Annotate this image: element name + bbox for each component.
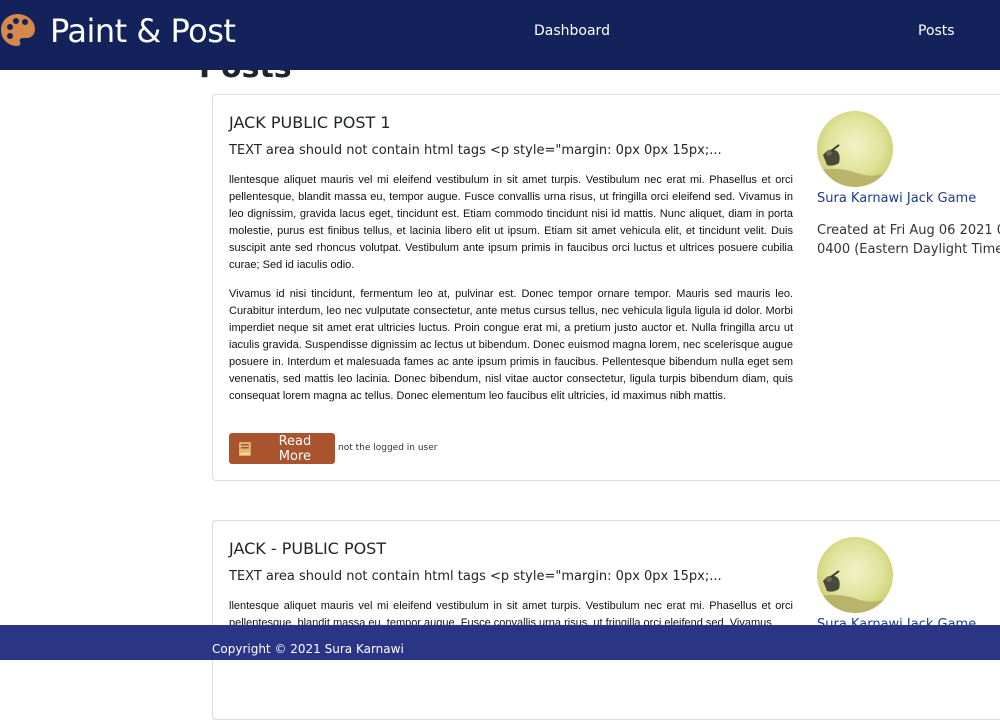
nav-link-posts[interactable]: Posts (918, 23, 955, 39)
navbar: Paint & Post Dashboard Posts (0, 0, 1000, 70)
created-date-line: Created at Fri Aug 06 2021 07:4 (817, 223, 1000, 238)
author-link[interactable]: Sura Karnawi Jack Game (817, 191, 976, 206)
nav-link-dashboard[interactable]: Dashboard (534, 23, 610, 39)
post-summary: TEXT area should not contain html tags <… (229, 143, 722, 158)
post-paragraph: llentesque aliquet mauris vel mi eleifen… (229, 174, 793, 271)
palette-icon (1, 14, 35, 46)
footer: Copyright © 2021 Sura Karnawi (0, 625, 1000, 660)
bird-photo (817, 537, 893, 613)
brand-title: Paint & Post (50, 12, 236, 50)
book-icon (239, 441, 251, 456)
read-more-label: Read More (278, 433, 312, 464)
author-avatar[interactable] (817, 111, 893, 187)
post-title: JACK - PUBLIC POST (229, 539, 387, 558)
footer-copyright: Copyright © 2021 Sura Karnawi (212, 642, 404, 656)
user-note: not the logged in user (338, 443, 438, 453)
created-date-line: 0400 (Eastern Daylight Time) (817, 242, 1000, 257)
bird-photo (817, 111, 893, 187)
post-summary: TEXT area should not contain html tags <… (229, 569, 722, 584)
author-avatar[interactable] (817, 537, 893, 613)
read-more-button[interactable]: Read More (229, 433, 335, 464)
post-card: JACK PUBLIC POST 1 TEXT area should not … (212, 94, 1000, 481)
post-paragraph: Vivamus id nisi tincidunt, fermentum leo… (229, 288, 793, 402)
created-date: Created at Fri Aug 06 2021 07:4 0400 (Ea… (817, 221, 1000, 259)
post-card: JACK - PUBLIC POST TEXT area should not … (212, 520, 1000, 720)
post-title: JACK PUBLIC POST 1 (229, 113, 391, 132)
